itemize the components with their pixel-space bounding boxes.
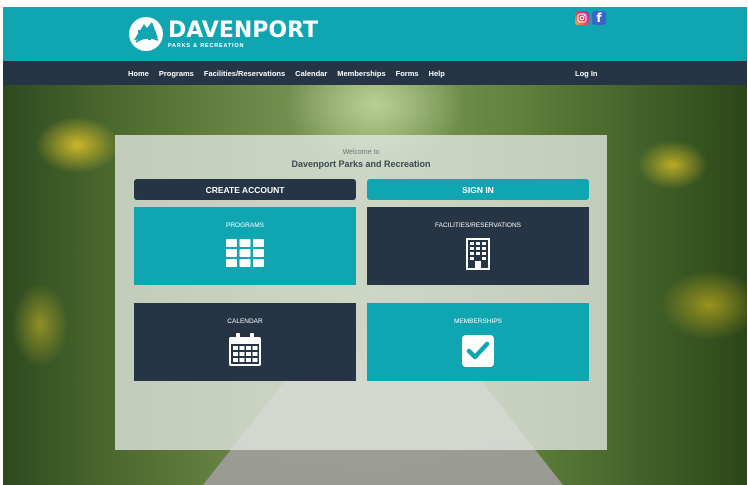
facilities-tile-label: FACILITIES/RESERVATIONS (435, 222, 521, 229)
create-account-button[interactable]: CREATE ACCOUNT (134, 179, 356, 200)
welcome-panel: Welcome to Davenport Parks and Recreatio… (115, 135, 607, 450)
nav-forms[interactable]: Forms (396, 69, 419, 78)
nav-facilities-reservations[interactable]: Facilities/Reservations (204, 69, 285, 78)
programs-tile-label: PROGRAMS (226, 222, 264, 229)
davenport-logo[interactable]: DAVENPORT PARKS & RECREATION (128, 14, 318, 54)
browser-viewport: DAVENPORT PARKS & RECREATION f Home Prog… (3, 7, 747, 485)
logo-title: DAVENPORT (168, 17, 319, 43)
nav-memberships[interactable]: Memberships (337, 69, 385, 78)
nav-links: Home Programs Facilities/Reservations Ca… (128, 61, 455, 85)
site-header: DAVENPORT PARKS & RECREATION f (3, 7, 747, 61)
logo-subtitle: PARKS & RECREATION (168, 42, 245, 49)
programs-tile[interactable]: PROGRAMS (134, 207, 356, 285)
nav-login[interactable]: Log In (575, 61, 598, 85)
instagram-icon[interactable] (575, 11, 589, 25)
sign-in-button[interactable]: SIGN IN (367, 179, 589, 200)
calendar-tile[interactable]: CALENDAR (134, 303, 356, 381)
memberships-tile-label: MEMBERSHIPS (453, 318, 503, 325)
calendar-tile-label: CALENDAR (227, 318, 263, 325)
logo-text: DAVENPORT PARKS & RECREATION (168, 17, 319, 49)
facebook-icon[interactable]: f (592, 11, 606, 25)
main-nav: Home Programs Facilities/Reservations Ca… (3, 61, 747, 85)
nav-home[interactable]: Home (128, 69, 149, 78)
nav-programs[interactable]: Programs (159, 69, 194, 78)
logo-mark-icon (129, 17, 163, 51)
nav-help[interactable]: Help (429, 69, 445, 78)
social-links: f (575, 11, 606, 25)
nav-calendar[interactable]: Calendar (295, 69, 327, 78)
site-name: Davenport Parks and Recreation (291, 159, 431, 169)
checkbox-icon (462, 335, 494, 367)
grid-icon (226, 239, 264, 267)
building-icon (466, 238, 490, 270)
welcome-text: Welcome to (342, 149, 380, 156)
calendar-icon (229, 333, 261, 366)
memberships-tile[interactable]: MEMBERSHIPS (367, 303, 589, 381)
facilities-reservations-tile[interactable]: FACILITIES/RESERVATIONS (367, 207, 589, 285)
